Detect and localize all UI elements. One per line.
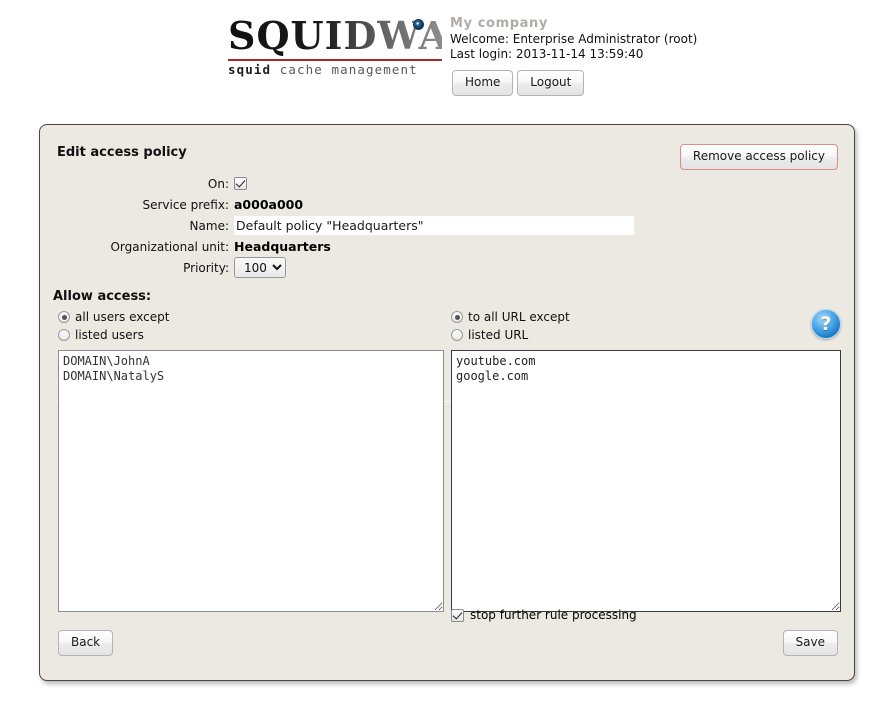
stop-further-rule-processing-checkbox[interactable] [451, 608, 464, 622]
back-button[interactable]: Back [58, 630, 114, 656]
on-label: On: [207, 176, 229, 191]
policy-fields: On: Service prefix: a000a000 Name: Organ… [40, 173, 856, 278]
app-logo: SQUIDWARD squid cache management [228, 13, 516, 77]
on-value [234, 177, 856, 190]
name-value-wrap [234, 216, 856, 235]
company-name: My company [450, 16, 548, 31]
allow-access-columns: all users except listed users ? to all U… [40, 308, 856, 638]
users-option-listed-row[interactable]: listed users [58, 326, 444, 344]
stop-further-rule-processing-label[interactable]: stop further rule processing [470, 608, 637, 622]
save-button-wrap: Save [782, 630, 838, 656]
urls-column: ? to all URL except listed URL [451, 308, 841, 615]
logo-wordmark: SQUIDWARD [228, 13, 516, 58]
urls-list-textarea[interactable] [451, 350, 841, 612]
urls-all-label[interactable]: to all URL except [468, 310, 570, 324]
name-label: Name: [189, 218, 229, 233]
save-button[interactable]: Save [782, 630, 838, 656]
org-unit-value: Headquarters [234, 239, 331, 254]
field-row-org-unit: Organizational unit: Headquarters [40, 236, 856, 257]
logo-underline [228, 59, 442, 61]
home-button[interactable]: Home [452, 70, 514, 96]
page-header: SQUIDWARD squid cache management My comp… [0, 0, 894, 103]
org-unit-label: Organizational unit: [110, 239, 229, 254]
users-listed-label[interactable]: listed users [75, 328, 144, 342]
question-mark-glyph: ? [820, 312, 832, 335]
field-row-name: Name: [40, 215, 856, 236]
logo-tagline-rest: cache management [271, 62, 418, 77]
remove-policy-button-wrap: Remove access policy [679, 144, 838, 170]
logo-tagline: squid cache management [228, 62, 442, 77]
logout-button[interactable]: Logout [517, 70, 585, 96]
back-button-wrap: Back [58, 630, 114, 656]
users-all-radio[interactable] [58, 311, 70, 323]
header-nav: Home Logout [452, 70, 585, 96]
users-list-textarea[interactable] [58, 350, 444, 612]
help-icon[interactable]: ? [811, 309, 841, 339]
urls-option-all-row[interactable]: to all URL except [451, 308, 841, 326]
page-title: Edit access policy [57, 145, 187, 160]
allow-access-heading: Allow access: [53, 289, 152, 304]
service-prefix-label: Service prefix: [142, 197, 229, 212]
policy-name-input[interactable] [234, 216, 634, 235]
priority-label: Priority: [183, 260, 229, 275]
on-checkbox[interactable] [234, 177, 247, 190]
urls-option-listed-row[interactable]: listed URL [451, 326, 841, 344]
priority-select[interactable]: 100200300400500 [234, 257, 286, 278]
users-column: all users except listed users [58, 308, 444, 615]
field-row-service-prefix: Service prefix: a000a000 [40, 194, 856, 215]
users-option-all-row[interactable]: all users except [58, 308, 444, 326]
welcome-text: Welcome: Enterprise Administrator (root) [450, 32, 698, 46]
logo-tagline-prefix: squid [228, 62, 272, 77]
stop-further-rule-processing-row[interactable]: stop further rule processing [451, 608, 637, 622]
users-all-label[interactable]: all users except [75, 310, 169, 324]
urls-all-radio[interactable] [451, 311, 463, 323]
field-row-on: On: [40, 173, 856, 194]
service-prefix-value: a000a000 [234, 197, 304, 212]
urls-listed-label[interactable]: listed URL [468, 328, 528, 342]
field-row-priority: Priority: 100200300400500 [40, 257, 856, 278]
user-info: My company Welcome: Enterprise Administr… [450, 16, 697, 62]
squid-eye-icon [413, 19, 424, 30]
remove-access-policy-button[interactable]: Remove access policy [679, 144, 838, 170]
edit-access-policy-panel: Edit access policy Remove access policy … [39, 124, 855, 681]
priority-value-wrap: 100200300400500 [234, 257, 856, 278]
urls-listed-radio[interactable] [451, 329, 463, 341]
last-login-text: Last login: 2013-11-14 13:59:40 [450, 47, 644, 61]
users-listed-radio[interactable] [58, 329, 70, 341]
